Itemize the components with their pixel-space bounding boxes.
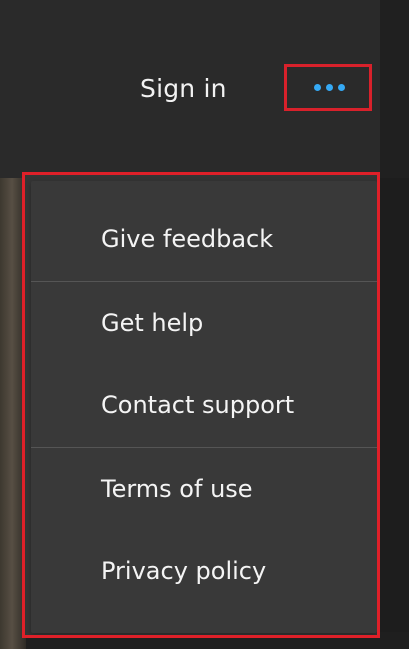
menu-item-contact-support[interactable]: Contact support bbox=[31, 384, 377, 426]
header-edge bbox=[380, 0, 409, 178]
menu-divider bbox=[31, 281, 377, 282]
more-options-button[interactable] bbox=[284, 64, 372, 111]
sign-in-link[interactable]: Sign in bbox=[140, 68, 227, 110]
menu-divider bbox=[31, 447, 377, 448]
menu-item-get-help[interactable]: Get help bbox=[31, 302, 377, 344]
dot-left bbox=[314, 84, 321, 91]
right-background-strip bbox=[377, 178, 409, 649]
dot-middle bbox=[326, 84, 333, 91]
dropdown-menu-highlight: Give feedback Get help Contact support T… bbox=[22, 172, 380, 638]
dropdown-menu: Give feedback Get help Contact support T… bbox=[31, 181, 377, 633]
more-horizontal-icon bbox=[314, 84, 345, 91]
app-screen: Sign in Give feedback Get help Contact s… bbox=[0, 0, 409, 649]
menu-item-terms-of-use[interactable]: Terms of use bbox=[31, 468, 377, 510]
dot-right bbox=[338, 84, 345, 91]
menu-item-privacy-policy[interactable]: Privacy policy bbox=[31, 550, 377, 592]
menu-item-give-feedback[interactable]: Give feedback bbox=[31, 218, 377, 260]
